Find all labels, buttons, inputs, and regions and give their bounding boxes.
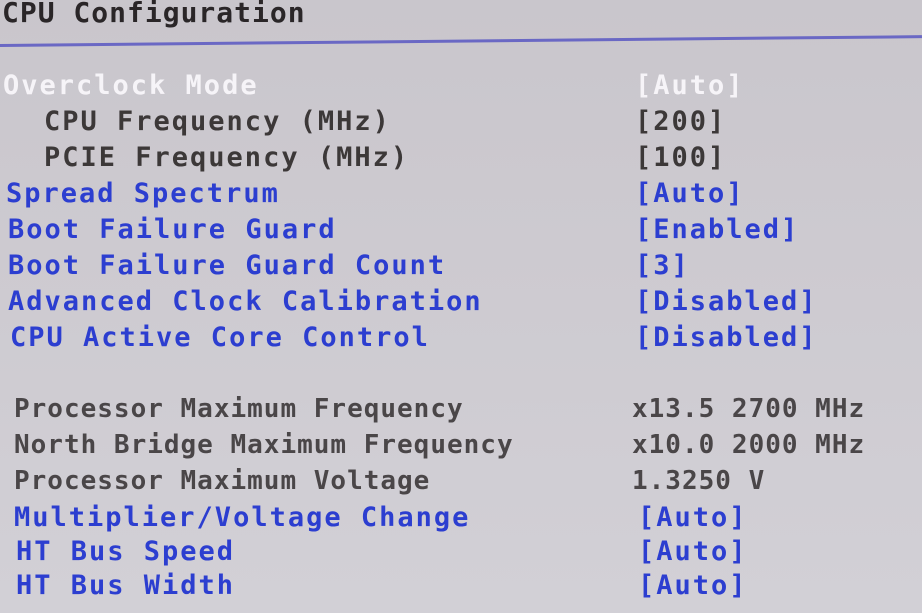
info-label: Processor Maximum Frequency	[14, 394, 464, 424]
setting-boot-failure-guard[interactable]: Boot Failure Guard [Enabled]	[0, 214, 922, 250]
setting-boot-failure-guard-count[interactable]: Boot Failure Guard Count [3]	[0, 250, 922, 286]
setting-label: CPU Active Core Control	[10, 322, 430, 353]
setting-label: Multiplier/Voltage Change	[14, 502, 471, 533]
setting-ht-bus-speed[interactable]: HT Bus Speed [Auto]	[0, 536, 922, 572]
setting-value[interactable]: [Auto]	[638, 502, 748, 533]
setting-label: Boot Failure Guard	[8, 214, 337, 245]
setting-value: [100]	[635, 142, 727, 173]
setting-value[interactable]: [Auto]	[635, 70, 745, 101]
setting-value[interactable]: [Disabled]	[635, 286, 818, 317]
info-northbridge-max-frequency: North Bridge Maximum Frequency x10.0 200…	[0, 430, 922, 466]
setting-label: HT Bus Speed	[16, 536, 236, 567]
info-processor-max-frequency: Processor Maximum Frequency x13.5 2700 M…	[0, 394, 922, 430]
setting-value[interactable]: [Auto]	[635, 178, 745, 209]
setting-label: Overclock Mode	[3, 70, 259, 101]
setting-label: Spread Spectrum	[6, 178, 280, 209]
page-title: CPU Configuration	[2, 0, 306, 29]
setting-cpu-frequency: CPU Frequency (MHz) [200]	[0, 106, 922, 142]
header-divider	[0, 35, 922, 47]
setting-label: Boot Failure Guard Count	[8, 250, 447, 281]
info-value: 1.3250 V	[632, 466, 766, 496]
setting-label: CPU Frequency (MHz)	[44, 106, 391, 137]
setting-label: HT Bus Width	[16, 570, 236, 601]
info-label: North Bridge Maximum Frequency	[14, 430, 514, 460]
setting-value[interactable]: [Disabled]	[635, 322, 818, 353]
setting-overclock-mode[interactable]: Overclock Mode [Auto]	[0, 70, 922, 106]
info-value: x13.5 2700 MHz	[632, 394, 866, 424]
setting-label: PCIE Frequency (MHz)	[44, 142, 410, 173]
setting-advanced-clock-calibration[interactable]: Advanced Clock Calibration [Disabled]	[0, 286, 922, 322]
setting-value[interactable]: [Enabled]	[635, 214, 799, 245]
setting-ht-bus-width[interactable]: HT Bus Width [Auto]	[0, 570, 922, 606]
setting-value[interactable]: [Auto]	[638, 536, 748, 567]
setting-pcie-frequency: PCIE Frequency (MHz) [100]	[0, 142, 922, 178]
setting-value[interactable]: [3]	[635, 250, 690, 281]
setting-value[interactable]: [Auto]	[638, 570, 748, 601]
info-label: Processor Maximum Voltage	[14, 466, 431, 496]
info-value: x10.0 2000 MHz	[632, 430, 866, 460]
setting-label: Advanced Clock Calibration	[8, 286, 483, 317]
setting-value: [200]	[635, 106, 727, 137]
setting-cpu-active-core-control[interactable]: CPU Active Core Control [Disabled]	[0, 322, 922, 358]
setting-multiplier-voltage-change[interactable]: Multiplier/Voltage Change [Auto]	[0, 502, 922, 538]
setting-spread-spectrum[interactable]: Spread Spectrum [Auto]	[0, 178, 922, 214]
info-processor-max-voltage: Processor Maximum Voltage 1.3250 V	[0, 466, 922, 502]
